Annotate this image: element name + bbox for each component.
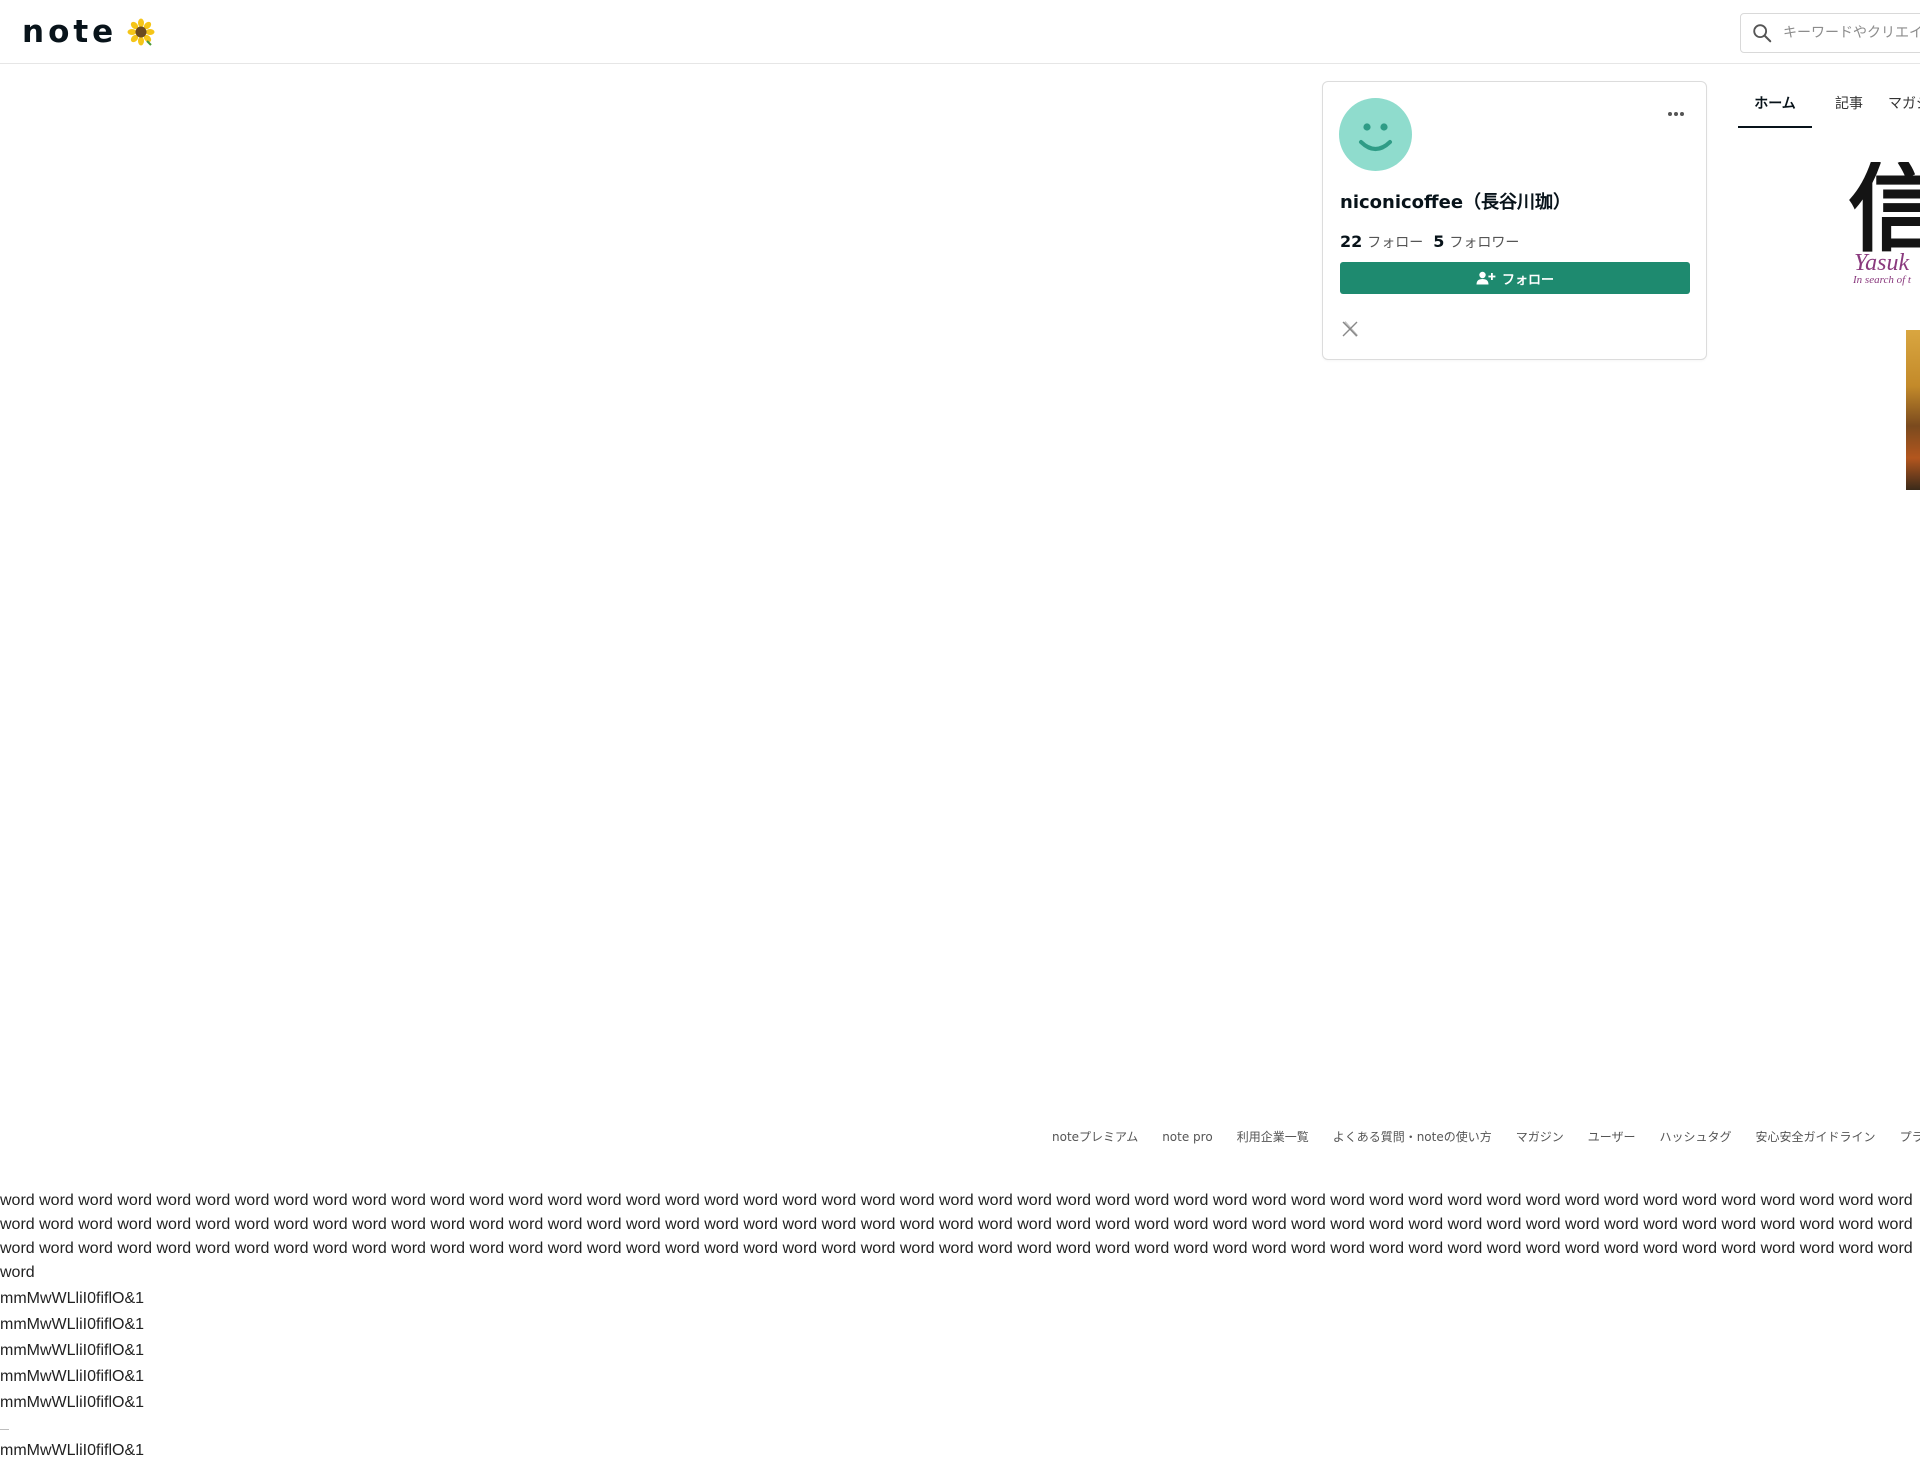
- probe-line: mmMwWLliI0fiflO&1: [0, 1290, 145, 1307]
- probe-line: mmMwWLliI0fiflO&1: [0, 1316, 145, 1333]
- footer-link-hashtags[interactable]: ハッシュタグ: [1660, 1127, 1732, 1147]
- thumbnail-title: Yasuk: [1854, 250, 1910, 276]
- footer-links: noteプレミアム note pro 利用企業一覧 よくある質問・noteの使い…: [1052, 1127, 1920, 1147]
- probe-line: mmMwWLliI0fiflO&1: [0, 1394, 145, 1411]
- footer-link-companies[interactable]: 利用企業一覧: [1237, 1127, 1309, 1147]
- thumbnail-subtitle: In search of t: [1853, 274, 1911, 286]
- following-label[interactable]: フォロー: [1367, 232, 1423, 252]
- search-input[interactable]: [1781, 24, 1920, 42]
- footer-link-users[interactable]: ユーザー: [1588, 1127, 1636, 1147]
- search-box[interactable]: [1740, 13, 1920, 53]
- footer-link-note-premium[interactable]: noteプレミアム: [1052, 1127, 1138, 1147]
- follow-button-label: フォロー: [1501, 272, 1554, 288]
- search-icon: [1753, 24, 1772, 43]
- probe-lines: mmMwWLliI0fiflO&1 mmMwWLliI0fiflO&1 mmMw…: [0, 1286, 144, 1416]
- footer-link-safety-guidelines[interactable]: 安心安全ガイドライン: [1756, 1127, 1876, 1147]
- probe-line-last: mmMwWLliI0fiflO&1: [0, 1442, 145, 1459]
- smiley-avatar-icon[interactable]: [1339, 98, 1412, 171]
- follow-stats: 22 フォロー 5 フォロワー: [1340, 232, 1519, 252]
- footer-link-privacy[interactable]: プライバシー: [1900, 1127, 1920, 1147]
- article-thumbnail-image[interactable]: [1906, 330, 1920, 490]
- x-icon[interactable]: [1341, 320, 1359, 338]
- footer-link-faq[interactable]: よくある質問・noteの使い方: [1333, 1127, 1492, 1147]
- tab-magazine[interactable]: マガジン: [1886, 82, 1920, 126]
- more-options-button[interactable]: [1663, 104, 1689, 124]
- thumbnail-kanji: 信: [1848, 162, 1920, 265]
- following-count[interactable]: 22: [1340, 232, 1362, 251]
- article-thumbnail[interactable]: 信 Yasuk In search of t: [1848, 162, 1920, 294]
- tab-articles[interactable]: 記事: [1824, 82, 1874, 126]
- follow-button[interactable]: フォロー: [1340, 262, 1690, 294]
- word-paragraph: word word word word word word word word …: [0, 1192, 1913, 1281]
- note-logo[interactable]: note: [22, 12, 155, 52]
- footer-link-note-pro[interactable]: note pro: [1162, 1127, 1212, 1147]
- creator-name[interactable]: niconicoffee（長谷川珈）: [1340, 188, 1571, 214]
- logo-text: note: [22, 14, 118, 50]
- sunflower-icon: [127, 18, 155, 46]
- followers-count[interactable]: 5: [1433, 232, 1444, 251]
- more-dots-icon: [1668, 112, 1684, 116]
- probe-line: mmMwWLliI0fiflO&1: [0, 1368, 145, 1385]
- followers-label[interactable]: フォロワー: [1449, 232, 1519, 252]
- add-user-icon: [1476, 271, 1496, 285]
- profile-tabs: ホーム 記事 マガジン: [1738, 82, 1920, 128]
- profile-card: niconicoffee（長谷川珈） 22 フォロー 5 フォロワー フォロー: [1322, 81, 1707, 360]
- divider: [0, 1429, 9, 1430]
- probe-line: mmMwWLliI0fiflO&1: [0, 1342, 145, 1359]
- footer-link-magazine[interactable]: マガジン: [1516, 1127, 1564, 1147]
- top-header: note: [0, 0, 1920, 64]
- tab-home[interactable]: ホーム: [1738, 82, 1812, 128]
